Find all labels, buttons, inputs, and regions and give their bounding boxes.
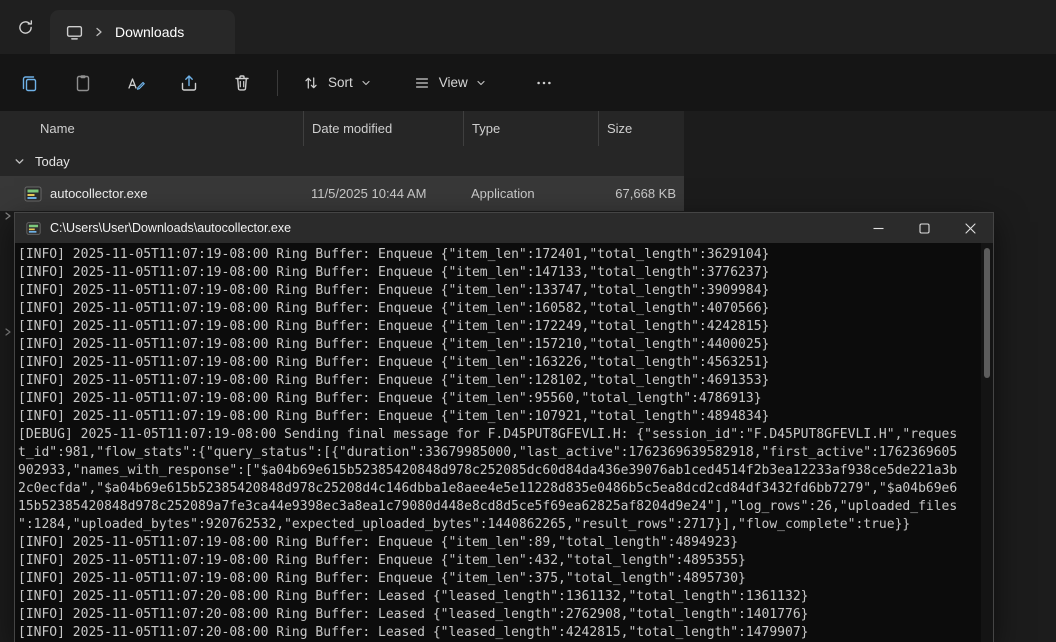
console-line: [INFO] 2025-11-05T11:07:19-08:00 Ring Bu… [18, 282, 979, 300]
chevron-down-icon [361, 78, 371, 88]
column-header-date-modified[interactable]: Date modified [303, 111, 463, 146]
scrollbar-thumb[interactable] [984, 248, 990, 378]
view-button[interactable]: View [401, 63, 498, 103]
console-line: t_id":981,"flow_stats":{"query_status":[… [18, 444, 979, 462]
console-line: ":1284,"uploaded_bytes":920762532,"expec… [18, 516, 979, 534]
console-line: [DEBUG] 2025-11-05T11:07:19-08:00 Sendin… [18, 426, 979, 444]
sort-button[interactable]: Sort [290, 63, 383, 103]
console-line: [INFO] 2025-11-05T11:07:19-08:00 Ring Bu… [18, 372, 979, 390]
toolbar-divider [277, 70, 278, 96]
console-line: [INFO] 2025-11-05T11:07:20-08:00 Ring Bu… [18, 606, 979, 624]
share-button[interactable] [167, 63, 211, 103]
refresh-icon [17, 19, 34, 36]
console-scrollbar[interactable] [981, 243, 993, 642]
explorer-titlebar: Downloads [0, 0, 1056, 54]
console-line: 2c0ecfda","$a04b69e615b52385420848d978c2… [18, 480, 979, 498]
command-bar: Sort View [0, 54, 1056, 111]
view-icon [413, 74, 431, 92]
tab-location-label: Downloads [115, 24, 184, 40]
file-date-cell: 11/5/2025 10:44 AM [303, 176, 463, 211]
chevron-down-icon [476, 78, 486, 88]
copy-icon [20, 73, 40, 93]
column-header-size[interactable]: Size [598, 111, 684, 146]
file-name-cell: autocollector.exe [0, 176, 303, 211]
column-header-name[interactable]: Name [0, 111, 303, 146]
console-line: 15b52385420848d978c252089a7fe3ca44e9398e… [18, 498, 979, 516]
chevron-down-icon [14, 156, 25, 167]
console-line: [INFO] 2025-11-05T11:07:19-08:00 Ring Bu… [18, 570, 979, 588]
close-button[interactable] [947, 213, 993, 243]
console-title: C:\Users\User\Downloads\autocollector.ex… [50, 221, 855, 235]
view-label: View [439, 75, 468, 90]
console-line: 902933,"names_with_response":["$a04b69e6… [18, 462, 979, 480]
console-line: [INFO] 2025-11-05T11:07:19-08:00 Ring Bu… [18, 300, 979, 318]
file-type-cell: Application [463, 176, 598, 211]
share-icon [179, 73, 199, 93]
console-line: [INFO] 2025-11-05T11:07:20-08:00 Ring Bu… [18, 588, 979, 606]
background-group-chevron-icon [3, 327, 13, 337]
background-group-chevron-icon [3, 211, 13, 221]
maximize-button[interactable] [901, 213, 947, 243]
console-line: [INFO] 2025-11-05T11:07:20-08:00 Ring Bu… [18, 624, 979, 642]
minimize-icon [873, 223, 884, 234]
console-line: [INFO] 2025-11-05T11:07:19-08:00 Ring Bu… [18, 318, 979, 336]
trash-icon [232, 73, 252, 93]
console-line: [INFO] 2025-11-05T11:07:19-08:00 Ring Bu… [18, 408, 979, 426]
console-line: [INFO] 2025-11-05T11:07:19-08:00 Ring Bu… [18, 534, 979, 552]
rename-icon [126, 73, 146, 93]
sort-icon [302, 74, 320, 92]
console-line: [INFO] 2025-11-05T11:07:19-08:00 Ring Bu… [18, 390, 979, 408]
copy-button[interactable] [8, 63, 52, 103]
group-label: Today [35, 154, 70, 169]
close-icon [965, 223, 976, 234]
app-file-icon [24, 185, 42, 203]
file-row-autocollector[interactable]: autocollector.exe 11/5/2025 10:44 AM App… [0, 176, 684, 211]
file-list-pane: Name Date modified Type Size Today autoc… [0, 111, 684, 211]
console-line: [INFO] 2025-11-05T11:07:19-08:00 Ring Bu… [18, 354, 979, 372]
console-titlebar[interactable]: C:\Users\User\Downloads\autocollector.ex… [15, 213, 993, 243]
console-line: [INFO] 2025-11-05T11:07:19-08:00 Ring Bu… [18, 246, 979, 264]
console-app-icon [26, 221, 41, 236]
delete-button[interactable] [220, 63, 264, 103]
chevron-right-icon [93, 26, 105, 38]
ellipsis-icon [535, 74, 553, 92]
explorer-tab[interactable]: Downloads [50, 10, 235, 54]
console-line: [INFO] 2025-11-05T11:07:19-08:00 Ring Bu… [18, 552, 979, 570]
file-size-cell: 67,668 KB [598, 176, 684, 211]
maximize-icon [919, 223, 930, 234]
more-options-button[interactable] [522, 63, 566, 103]
paste-icon [73, 73, 93, 93]
console-log: [INFO] 2025-11-05T11:07:19-08:00 Ring Bu… [15, 243, 993, 642]
console-window: C:\Users\User\Downloads\autocollector.ex… [14, 212, 994, 642]
sort-label: Sort [328, 75, 353, 90]
console-line: [INFO] 2025-11-05T11:07:19-08:00 Ring Bu… [18, 336, 979, 354]
column-header-type[interactable]: Type [463, 111, 598, 146]
column-header-row: Name Date modified Type Size [0, 111, 684, 146]
paste-button[interactable] [61, 63, 105, 103]
monitor-icon [66, 24, 83, 41]
group-row-today[interactable]: Today [0, 146, 684, 176]
console-line: [INFO] 2025-11-05T11:07:19-08:00 Ring Bu… [18, 264, 979, 282]
file-name: autocollector.exe [50, 186, 148, 201]
rename-button[interactable] [114, 63, 158, 103]
refresh-button[interactable] [8, 10, 42, 44]
minimize-button[interactable] [855, 213, 901, 243]
console-output: [INFO] 2025-11-05T11:07:19-08:00 Ring Bu… [15, 243, 993, 642]
